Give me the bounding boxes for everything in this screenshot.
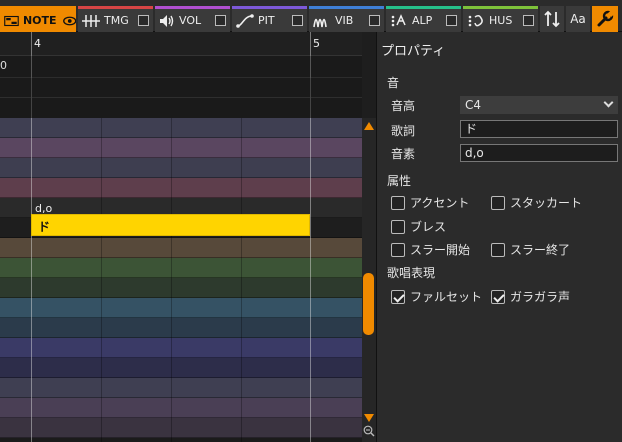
- phoneme-label: 音素: [391, 147, 416, 161]
- tab-label: TMG: [104, 14, 129, 27]
- zoom-icon[interactable]: [363, 425, 375, 437]
- section-expression: 歌唱表現: [387, 266, 436, 280]
- measure-number: 5: [313, 37, 320, 50]
- checkbox-box[interactable]: [391, 289, 405, 304]
- panel-title: プロパティ: [381, 44, 446, 59]
- checkbox-label: ファルセット: [410, 290, 483, 304]
- tab-vol[interactable]: VOL: [155, 6, 230, 32]
- lyric-input[interactable]: ド: [460, 120, 618, 138]
- tab-label: HUS: [489, 14, 513, 27]
- pitch-curve-icon: [236, 13, 254, 28]
- tempo-label: 0: [0, 59, 7, 72]
- tab-vib-checkbox[interactable]: [369, 15, 380, 26]
- pitch-value: C4: [465, 98, 482, 112]
- tab-label: PIT: [258, 14, 275, 27]
- slur-end-checkbox[interactable]: スラー終了: [491, 241, 570, 258]
- chevron-down-icon: [603, 97, 614, 108]
- falsetto-checkbox[interactable]: ファルセット: [391, 288, 482, 305]
- tab-vol-checkbox[interactable]: [215, 15, 226, 26]
- section-sound: 音: [387, 76, 400, 90]
- tab-label: NOTE: [22, 14, 57, 27]
- checkbox-box[interactable]: [491, 195, 505, 210]
- staccato-checkbox[interactable]: スタッカート: [491, 194, 582, 211]
- scroll-up-arrow-icon[interactable]: [364, 122, 374, 130]
- tab-label: ALP: [412, 14, 433, 27]
- vertical-scrollbar[interactable]: [362, 118, 376, 442]
- checkbox-label: スラー終了: [510, 243, 571, 257]
- note-lyric: ド: [38, 220, 51, 234]
- eye-icon[interactable]: [62, 14, 76, 28]
- scroll-thumb[interactable]: [363, 273, 374, 335]
- checkbox-box[interactable]: [491, 289, 505, 304]
- tab-pit-checkbox[interactable]: [292, 15, 303, 26]
- checkbox-box[interactable]: [391, 195, 405, 210]
- tab-pit[interactable]: PIT: [232, 6, 307, 32]
- tab-label: VIB: [335, 14, 354, 27]
- breath-checkbox[interactable]: ブレス: [391, 218, 446, 235]
- checkbox-box[interactable]: [391, 242, 405, 257]
- pitch-label: 音高: [391, 99, 416, 113]
- sort-button[interactable]: [540, 6, 564, 32]
- scroll-down-arrow-icon[interactable]: [364, 414, 374, 422]
- measure-number: 4: [34, 37, 41, 50]
- tab-tmg-checkbox[interactable]: [138, 15, 149, 26]
- expression-area[interactable]: [0, 78, 362, 118]
- timing-lines-icon: [82, 14, 100, 27]
- phoneme-input[interactable]: d,o: [460, 144, 618, 162]
- vibrato-icon: [313, 18, 327, 27]
- wrench-icon: [597, 10, 614, 27]
- checkbox-label: ガラガラ声: [510, 290, 571, 304]
- growl-checkbox[interactable]: ガラガラ声: [491, 288, 570, 305]
- tab-note[interactable]: NOTE: [0, 6, 76, 32]
- properties-panel: プロパティ 音 音高 C4 歌詞 ド 音素 d,o 属性 アクセント スタッカー…: [376, 32, 622, 442]
- tab-vib[interactable]: VIB: [309, 6, 384, 32]
- sort-arrows-icon: [544, 10, 560, 28]
- tempo-row[interactable]: 0: [0, 56, 362, 78]
- settings-button[interactable]: [592, 6, 618, 32]
- lyric-label: 歌詞: [391, 124, 416, 138]
- checkbox-box[interactable]: [491, 242, 505, 257]
- tab-bar: NOTE TMG VOL PIT VIB ALP HUS Aa: [0, 0, 622, 32]
- pitch-select[interactable]: C4: [460, 96, 618, 114]
- section-attributes: 属性: [387, 174, 412, 188]
- piano-roll-editor[interactable]: 4 5 0 d,o ド: [0, 32, 362, 442]
- note-block[interactable]: ド: [31, 214, 310, 236]
- checkbox-label: ブレス: [410, 220, 447, 234]
- checkbox-label: スタッカート: [510, 196, 583, 210]
- slur-start-checkbox[interactable]: スラー開始: [391, 241, 470, 258]
- tab-alp[interactable]: ALP: [386, 6, 461, 32]
- speaker-icon: [160, 14, 174, 27]
- tab-hus[interactable]: HUS: [463, 6, 538, 32]
- alpha-icon: [391, 13, 406, 26]
- tab-tmg[interactable]: TMG: [78, 6, 153, 32]
- checkbox-box[interactable]: [391, 219, 405, 234]
- timeline-ruler[interactable]: 4 5: [0, 32, 362, 56]
- note-grid-icon: [4, 15, 19, 26]
- checkbox-label: アクセント: [410, 196, 470, 210]
- tab-alp-checkbox[interactable]: [446, 15, 457, 26]
- tab-hus-checkbox[interactable]: [523, 15, 534, 26]
- tab-label: VOL: [179, 14, 202, 27]
- note-grid[interactable]: d,o: [0, 118, 362, 442]
- font-size-button[interactable]: Aa: [566, 6, 590, 32]
- accent-checkbox[interactable]: アクセント: [391, 194, 469, 211]
- husky-icon: [468, 14, 483, 26]
- checkbox-label: スラー開始: [410, 243, 471, 257]
